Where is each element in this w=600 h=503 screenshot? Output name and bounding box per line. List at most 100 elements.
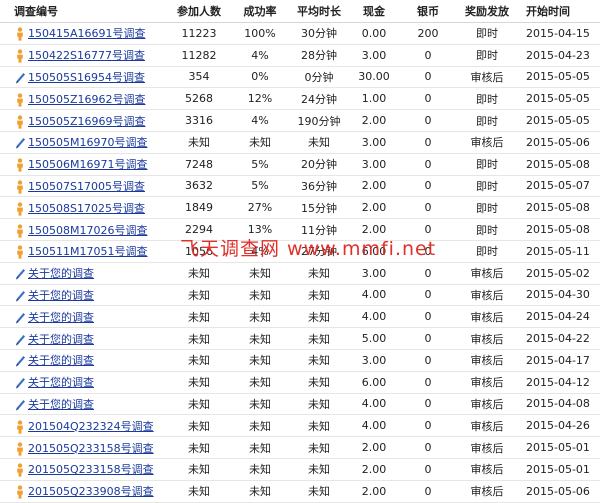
- table-row: 150511M17051号调查 1056 4% 27分钟 6.00 0 即时 2015-05-…: [0, 240, 600, 263]
- survey-id-cell: 关于您的调查: [0, 371, 168, 394]
- success-rate-cell: 未知: [230, 262, 290, 285]
- silver-coins-cell: 0: [400, 327, 456, 350]
- cash-cell: 4.00: [348, 284, 400, 307]
- avg-duration-cell: 未知: [290, 327, 348, 350]
- header-success-rate: 成功率: [230, 0, 290, 23]
- silver-coins-cell: 0: [400, 66, 456, 89]
- survey-id-cell: 150505Z16969号调查: [0, 109, 168, 132]
- survey-link[interactable]: 关于您的调查: [28, 267, 94, 280]
- survey-link[interactable]: 150505Z16969号调查: [28, 115, 146, 128]
- start-time-cell: 2015-04-23: [518, 44, 600, 67]
- survey-link[interactable]: 201505Q233158号调查: [28, 463, 154, 476]
- survey-link[interactable]: 关于您的调查: [28, 376, 94, 389]
- survey-id-cell: 150508S17025号调查: [0, 196, 168, 220]
- start-time-cell: 2015-04-12: [518, 371, 600, 394]
- start-time-cell: 2015-04-24: [518, 305, 600, 329]
- silver-coins-cell: 0: [400, 218, 456, 241]
- survey-link[interactable]: 关于您的调查: [28, 289, 94, 302]
- survey-link[interactable]: 150505S16954号调查: [28, 71, 145, 84]
- avg-duration-cell: 28分钟: [290, 44, 348, 67]
- success-rate-cell: 未知: [230, 480, 290, 503]
- reward-release-cell: 即时: [456, 196, 518, 220]
- success-rate-cell: 5%: [230, 175, 290, 198]
- survey-id-cell: 关于您的调查: [0, 349, 168, 372]
- start-time-cell: 2015-05-06: [518, 480, 600, 503]
- survey-link[interactable]: 关于您的调查: [28, 333, 94, 346]
- survey-id-cell: 关于您的调查: [0, 284, 168, 307]
- survey-id-cell: 关于您的调查: [0, 327, 168, 350]
- cash-cell: 3.00: [348, 44, 400, 67]
- reward-release-cell: 审核后: [456, 414, 518, 438]
- participants-cell: 5268: [168, 87, 230, 111]
- avg-duration-cell: 未知: [290, 349, 348, 372]
- start-time-cell: 2015-05-02: [518, 262, 600, 285]
- participants-cell: 1056: [168, 240, 230, 263]
- table-row: 150506M16971号调查 7248 5% 20分钟 3.00 0 即时 2015-05-…: [0, 153, 600, 176]
- header-reward-release: 奖励发放: [456, 0, 518, 23]
- survey-link[interactable]: 150505M16970号调查: [28, 136, 147, 149]
- silver-coins-cell: 0: [400, 414, 456, 438]
- avg-duration-cell: 15分钟: [290, 196, 348, 220]
- survey-link[interactable]: 150507S17005号调查: [28, 180, 145, 193]
- person-icon: [14, 420, 26, 434]
- survey-link[interactable]: 关于您的调查: [28, 398, 94, 411]
- survey-id-cell: 150505S16954号调查: [0, 66, 168, 89]
- survey-link[interactable]: 150511M17051号调查: [28, 245, 147, 258]
- table-row: 201504Q232324号调查 未知 未知 未知 4.00 0 审核后 2015-04-26: [0, 414, 600, 438]
- avg-duration-cell: 未知: [290, 284, 348, 307]
- start-time-cell: 2015-05-11: [518, 240, 600, 263]
- survey-link[interactable]: 关于您的调查: [28, 354, 94, 367]
- cash-cell: 2.00: [348, 109, 400, 132]
- silver-coins-cell: 0: [400, 44, 456, 67]
- participants-cell: 354: [168, 66, 230, 89]
- avg-duration-cell: 未知: [290, 436, 348, 459]
- cash-cell: 6.00: [348, 371, 400, 394]
- person-icon: [14, 49, 26, 63]
- header-participants: 参加人数: [168, 0, 230, 23]
- survey-id-cell: 150422S16777号调查: [0, 44, 168, 67]
- success-rate-cell: 未知: [230, 131, 290, 154]
- survey-link[interactable]: 150505Z16962号调查: [28, 93, 146, 106]
- success-rate-cell: 13%: [230, 218, 290, 241]
- table-row: 关于您的调查 未知 未知 未知 3.00 0 审核后 2015-05-02: [0, 262, 600, 285]
- survey-link[interactable]: 150506M16971号调查: [28, 158, 147, 171]
- success-rate-cell: 未知: [230, 458, 290, 481]
- reward-release-cell: 审核后: [456, 131, 518, 154]
- survey-link[interactable]: 150422S16777号调查: [28, 49, 145, 62]
- pencil-icon: [14, 289, 26, 303]
- avg-duration-cell: 190分钟: [290, 109, 348, 132]
- survey-link[interactable]: 150415A16691号调查: [28, 27, 146, 40]
- reward-release-cell: 即时: [456, 109, 518, 132]
- start-time-cell: 2015-04-22: [518, 327, 600, 350]
- cash-cell: 2.00: [348, 175, 400, 198]
- silver-coins-cell: 0: [400, 131, 456, 154]
- participants-cell: 未知: [168, 284, 230, 307]
- cash-cell: 2.00: [348, 218, 400, 241]
- person-icon: [14, 202, 26, 216]
- survey-link[interactable]: 201504Q232324号调查: [28, 420, 154, 433]
- cash-cell: 3.00: [348, 153, 400, 176]
- participants-cell: 3316: [168, 109, 230, 132]
- survey-link[interactable]: 150508S17025号调查: [28, 202, 145, 215]
- cash-cell: 3.00: [348, 131, 400, 154]
- table-row: 150415A16691号调查 11223 100% 30分钟 0.00 200 即时 201…: [0, 22, 600, 45]
- reward-release-cell: 审核后: [456, 305, 518, 329]
- person-icon: [14, 180, 26, 194]
- pencil-icon: [14, 376, 26, 390]
- survey-link[interactable]: 201505Q233908号调查: [28, 485, 154, 498]
- survey-link[interactable]: 关于您的调查: [28, 311, 94, 324]
- avg-duration-cell: 未知: [290, 458, 348, 481]
- silver-coins-cell: 0: [400, 109, 456, 132]
- reward-release-cell: 即时: [456, 22, 518, 45]
- cash-cell: 2.00: [348, 196, 400, 220]
- success-rate-cell: 未知: [230, 414, 290, 438]
- survey-link[interactable]: 201505Q233158号调查: [28, 442, 154, 455]
- reward-release-cell: 审核后: [456, 458, 518, 481]
- survey-link[interactable]: 150508M17026号调查: [28, 224, 147, 237]
- participants-cell: 3632: [168, 175, 230, 198]
- reward-release-cell: 审核后: [456, 327, 518, 350]
- header-silver-coins: 银币: [400, 0, 456, 23]
- silver-coins-cell: 0: [400, 196, 456, 220]
- avg-duration-cell: 未知: [290, 371, 348, 394]
- reward-release-cell: 审核后: [456, 371, 518, 394]
